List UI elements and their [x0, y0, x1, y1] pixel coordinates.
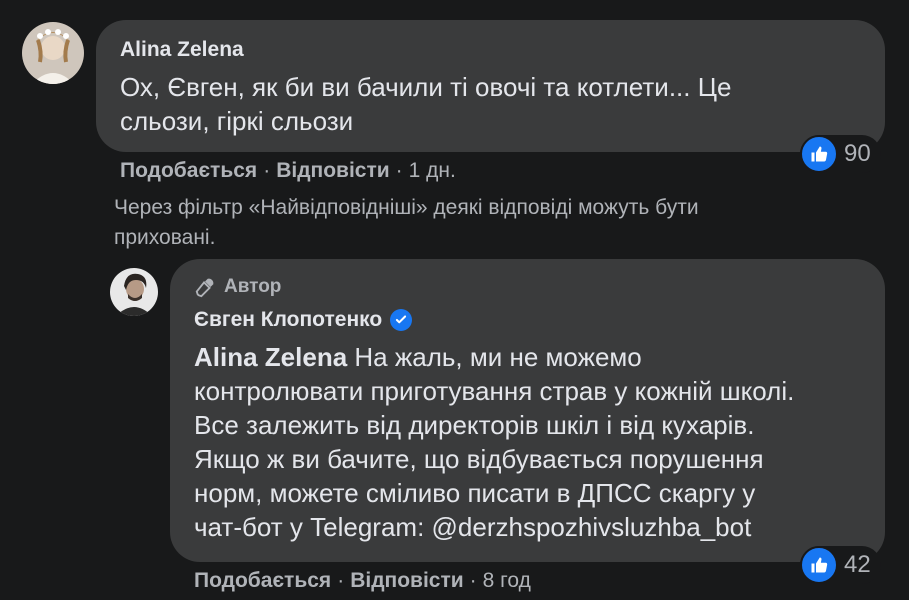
- filter-notice: Через фільтр «Найвідповідніші» деякі від…: [114, 193, 874, 253]
- comment-bubble: Alina Zelena Ох, Євген, як би ви бачили …: [96, 20, 885, 152]
- reply-author: Євген Клопотенко: [194, 308, 413, 332]
- like-icon: [800, 135, 838, 173]
- reply-button[interactable]: Відповісти: [350, 569, 463, 592]
- avatar-alina[interactable]: [22, 22, 84, 84]
- separator-dot: ·: [469, 569, 477, 592]
- reply-text-line: Якщо ж ви бачите, що відбувається поруше…: [194, 444, 764, 474]
- comment-author[interactable]: Alina Zelena: [120, 38, 244, 62]
- notice-line: приховані.: [114, 226, 216, 249]
- reply-text-line: норм, можете сміливо писати в ДПСС скарг…: [194, 478, 756, 508]
- microphone-icon: [195, 278, 214, 298]
- reply-text-line: Все залежить від директорів шкіл і від к…: [194, 410, 755, 440]
- author-badge-label: Автор: [224, 276, 282, 297]
- separator-dot: ·: [395, 159, 403, 182]
- like-icon: [800, 546, 838, 584]
- verified-badge-icon: [390, 309, 413, 331]
- reply-text-line: контролювати приготування страв у кожній…: [194, 376, 795, 406]
- reply-text-line: чат-бот у Telegram: @derzhspozhivsluzhba…: [194, 512, 752, 542]
- comment-text: Ох, Євген, як би ви бачили ті овочі та к…: [120, 70, 860, 138]
- reply-author-name[interactable]: Євген Клопотенко: [194, 308, 382, 332]
- reply-reaction-summary[interactable]: 42: [800, 546, 881, 584]
- avatar-yevhen[interactable]: [110, 268, 158, 316]
- reply-actions: Подобається · Відповісти · 8 год: [194, 569, 531, 593]
- comment-actions: Подобається · Відповісти · 1 дн.: [120, 159, 456, 183]
- reaction-count: 42: [844, 551, 871, 578]
- comment-timestamp[interactable]: 1 дн.: [409, 159, 456, 182]
- comment-thread: Alina Zelena Ох, Євген, як би ви бачили …: [0, 0, 909, 600]
- reaction-summary[interactable]: 90: [800, 135, 881, 173]
- separator-dot: ·: [263, 159, 271, 182]
- comment-text-line: сльози, гіркі сльози: [120, 106, 354, 136]
- reply-text: Alina Zelena На жаль, ми не можемо контр…: [194, 340, 874, 544]
- reply-timestamp[interactable]: 8 год: [483, 569, 531, 592]
- mention-link[interactable]: Alina Zelena: [194, 342, 347, 372]
- separator-dot: ·: [337, 569, 345, 592]
- reply-button[interactable]: Відповісти: [276, 159, 389, 182]
- notice-line: Через фільтр «Найвідповідніші» деякі від…: [114, 196, 699, 219]
- reply-text-line: Alina Zelena На жаль, ми не можемо: [194, 340, 874, 374]
- reaction-count: 90: [844, 140, 871, 167]
- like-button[interactable]: Подобається: [120, 159, 257, 182]
- reply-text-segment: На жаль, ми не можемо: [354, 342, 642, 372]
- reply-bubble: Автор Євген Клопотенко Alina Zelena На ж…: [170, 259, 885, 562]
- like-button[interactable]: Подобається: [194, 569, 331, 592]
- comment-text-line: Ох, Євген, як би ви бачили ті овочі та к…: [120, 72, 732, 102]
- author-badge: Автор: [194, 276, 281, 298]
